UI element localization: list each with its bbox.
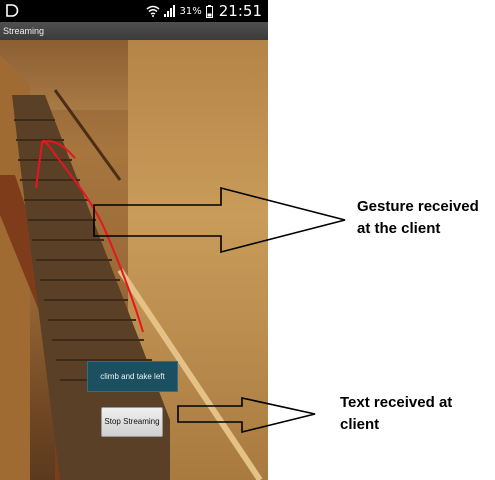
- signal-icon: [163, 5, 175, 17]
- app-title-bar: Streaming: [0, 22, 268, 40]
- app-title: Streaming: [3, 26, 45, 36]
- gesture-annotation-line2: at the client: [357, 220, 441, 237]
- phone-screen: 31% 21:51 Streaming climb and take left …: [0, 0, 268, 480]
- text-annotation: Text received at client: [340, 392, 480, 436]
- received-text-box: climb and take left: [87, 361, 178, 392]
- received-text: climb and take left: [100, 372, 165, 381]
- text-annotation-line1: Text received at: [340, 394, 453, 411]
- video-stream-view[interactable]: climb and take left Stop Streaming: [0, 40, 268, 480]
- status-clock: 21:51: [218, 2, 262, 20]
- status-bar: 31% 21:51: [0, 0, 268, 22]
- battery-icon: [205, 4, 213, 18]
- app-notification-icon: [6, 4, 19, 17]
- battery-percent: 31%: [179, 5, 202, 17]
- text-annotation-line2: client: [340, 416, 380, 433]
- wifi-icon: [146, 5, 160, 17]
- gesture-annotation: Gesture received at the client: [357, 196, 493, 240]
- status-right-group: 31% 21:51: [146, 2, 262, 20]
- gesture-annotation-line1: Gesture received: [357, 198, 479, 215]
- stop-streaming-label: Stop Streaming: [104, 417, 160, 426]
- stop-streaming-button[interactable]: Stop Streaming: [101, 407, 163, 437]
